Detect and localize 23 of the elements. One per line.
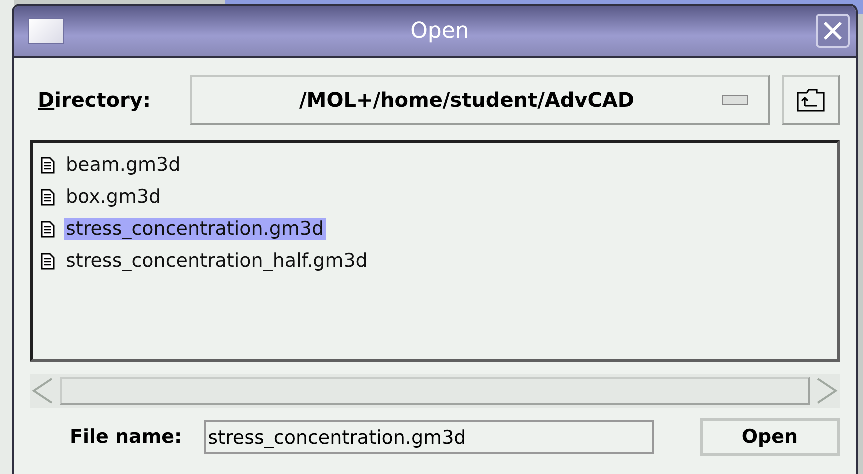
file-item[interactable]: stress_concentration_half.gm3d xyxy=(41,245,829,277)
window-title: Open xyxy=(410,18,470,44)
file-name-field[interactable]: stress_concentration.gm3d xyxy=(204,420,654,454)
folder-up-icon xyxy=(796,87,826,113)
file-item[interactable]: stress_concentration.gm3d xyxy=(41,213,829,245)
close-icon xyxy=(822,20,844,42)
file-name-label: File name: xyxy=(69,426,182,448)
dropdown-indicator-icon xyxy=(722,95,748,105)
document-icon xyxy=(41,220,55,238)
file-list[interactable]: beam.gm3d box.gm3d stress_concentration.gm3d stress_concentration_half.gm3d xyxy=(30,140,840,362)
document-icon xyxy=(41,252,55,270)
scrollbar-thumb[interactable] xyxy=(60,377,810,405)
document-icon xyxy=(41,188,55,206)
parent-folder-button[interactable] xyxy=(782,75,840,125)
window-menu-button[interactable] xyxy=(28,18,64,44)
file-item[interactable]: box.gm3d xyxy=(41,181,829,213)
open-button[interactable]: Open xyxy=(700,418,840,456)
directory-label: Directory: xyxy=(37,88,152,112)
close-button[interactable] xyxy=(816,14,850,48)
horizontal-scrollbar[interactable] xyxy=(30,374,840,408)
document-icon xyxy=(41,156,55,174)
file-item[interactable]: beam.gm3d xyxy=(41,149,829,181)
directory-dropdown[interactable]: /MOL+/home/student/AdvCAD xyxy=(190,75,770,125)
